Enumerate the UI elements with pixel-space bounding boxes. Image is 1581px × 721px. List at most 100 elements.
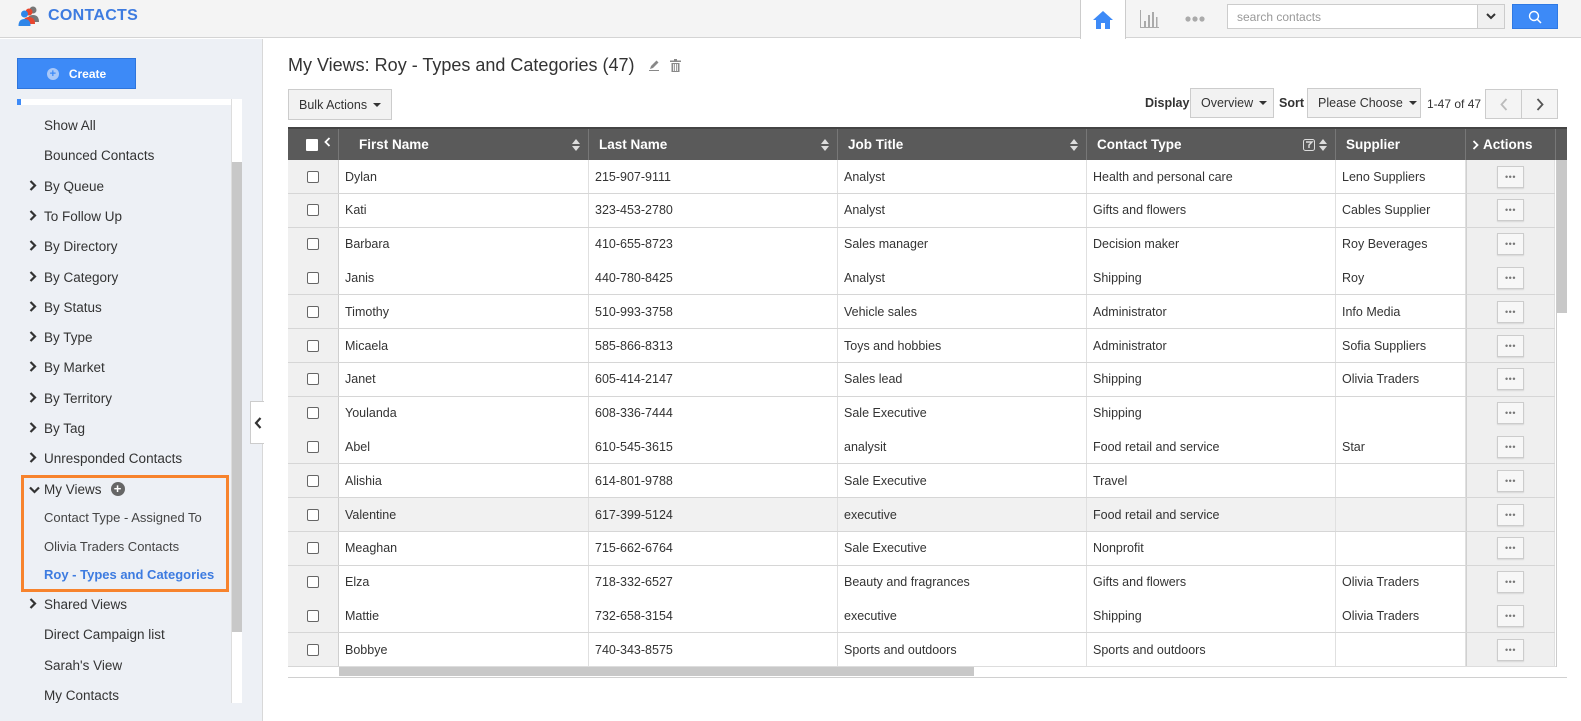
column-header-job-title[interactable]: Job Title xyxy=(838,129,1087,160)
sidebar-item[interactable]: Bounced Contacts xyxy=(44,145,154,165)
search-dropdown-button[interactable] xyxy=(1477,5,1504,28)
row-checkbox[interactable] xyxy=(307,508,319,521)
chevron-right-icon[interactable] xyxy=(1472,139,1479,150)
row-actions-button[interactable]: ••• xyxy=(1497,571,1524,594)
row-actions-button[interactable]: ••• xyxy=(1497,503,1524,526)
table-row[interactable]: Kati 323-453-2780 Analyst Gifts and flowers… xyxy=(288,193,1555,228)
row-actions-button[interactable]: ••• xyxy=(1497,435,1524,458)
table-row[interactable]: Youlanda 608-336-7444 Sale Executive Shippi… xyxy=(288,396,1555,431)
search-input[interactable] xyxy=(1228,5,1477,28)
row-checkbox[interactable] xyxy=(307,204,319,217)
tab-home[interactable] xyxy=(1080,0,1126,39)
row-actions-button[interactable]: ••• xyxy=(1497,537,1524,560)
table-row[interactable]: Janet 605-414-2147 Sales lead Shipping Olivi… xyxy=(288,362,1555,397)
row-actions-button[interactable]: ••• xyxy=(1497,199,1524,222)
add-view-icon[interactable]: + xyxy=(110,482,125,496)
table-row[interactable]: Dylan 215-907-9111 Analyst Health and perso… xyxy=(288,160,1555,194)
table-row[interactable]: Bobbye 740-343-8575 Sports and outdoors Spo… xyxy=(288,633,1555,668)
sidebar-item[interactable]: Roy - Types and Categories xyxy=(44,564,214,584)
sort-icon[interactable] xyxy=(572,139,580,151)
sidebar-item[interactable]: By Territory xyxy=(29,388,112,408)
sidebar-item[interactable]: To Follow Up xyxy=(29,206,122,226)
filter-icon[interactable] xyxy=(1303,139,1315,151)
sort-icon[interactable] xyxy=(821,139,829,151)
table-horizontal-scrollbar[interactable] xyxy=(339,666,1556,676)
row-checkbox[interactable] xyxy=(307,170,319,183)
row-checkbox[interactable] xyxy=(307,238,319,251)
sort-select[interactable]: Please Choose xyxy=(1307,88,1421,118)
column-header-actions[interactable]: Actions xyxy=(1466,129,1556,160)
sidebar-item[interactable]: Contact Type - Assigned To xyxy=(44,507,202,527)
column-header-first-name[interactable]: First Name xyxy=(339,129,589,160)
row-checkbox[interactable] xyxy=(307,271,319,284)
column-header-last-name[interactable]: Last Name xyxy=(589,129,838,160)
table-row[interactable]: Meaghan 715-662-6764 Sale Executive Nonprof… xyxy=(288,531,1555,566)
table-row[interactable]: Micaela 585-866-8313 Toys and hobbies Admin… xyxy=(288,329,1555,363)
sidebar-item[interactable]: Direct Campaign list xyxy=(44,624,165,644)
select-all-checkbox[interactable] xyxy=(306,138,318,151)
sort-icon[interactable] xyxy=(1070,139,1078,151)
prev-page-button[interactable] xyxy=(1485,89,1522,119)
next-page-button[interactable] xyxy=(1521,89,1558,119)
sidebar-item[interactable]: By Directory xyxy=(29,236,118,256)
sidebar-item[interactable]: By Queue xyxy=(29,176,104,196)
row-checkbox[interactable] xyxy=(307,373,319,386)
sidebar-item[interactable]: Unresponded Contacts xyxy=(29,448,182,468)
row-actions-button[interactable]: ••• xyxy=(1497,402,1524,425)
row-checkbox[interactable] xyxy=(307,643,319,656)
sidebar-item[interactable]: Sarah's View xyxy=(44,655,122,675)
cell-first-name: Barbara xyxy=(339,227,589,261)
row-checkbox[interactable] xyxy=(307,339,319,352)
sidebar-item[interactable]: My Views + xyxy=(29,479,125,499)
search-button[interactable] xyxy=(1512,4,1558,29)
sort-icon[interactable] xyxy=(1319,139,1327,151)
app-brand[interactable]: CONTACTS xyxy=(18,5,138,27)
row-actions-button[interactable]: ••• xyxy=(1497,165,1524,188)
create-button[interactable]: + Create xyxy=(17,58,136,89)
row-actions-button[interactable]: ••• xyxy=(1497,368,1524,391)
collapse-sidebar-button[interactable] xyxy=(250,401,264,444)
row-actions-button[interactable]: ••• xyxy=(1497,300,1524,323)
table-row[interactable]: Alishia 614-801-9788 Sale Executive Travel •… xyxy=(288,464,1555,499)
table-row[interactable]: Valentine 617-399-5124 executive Food retai… xyxy=(288,498,1555,532)
sidebar-item[interactable]: By Category xyxy=(29,267,118,287)
chevron-left-icon[interactable] xyxy=(324,136,331,147)
table-row[interactable]: Mattie 732-658-3154 executive Shipping Olivi… xyxy=(288,599,1555,634)
display-select[interactable]: Overview xyxy=(1190,88,1274,118)
sidebar-item[interactable]: Shared Views xyxy=(29,594,127,614)
sidebar-item[interactable]: By Market xyxy=(29,357,105,377)
sidebar-item[interactable]: Olivia Traders Contacts xyxy=(44,536,179,556)
row-actions-button[interactable]: ••• xyxy=(1497,233,1524,256)
row-checkbox[interactable] xyxy=(307,474,319,487)
table-row[interactable]: Timothy 510-993-3758 Vehicle sales Administ… xyxy=(288,295,1555,330)
bulk-actions-button[interactable]: Bulk Actions xyxy=(288,89,393,120)
table-row[interactable]: Elza 718-332-6527 Beauty and fragrances Gif… xyxy=(288,565,1555,600)
row-checkbox[interactable] xyxy=(307,576,319,589)
edit-pencil-icon[interactable] xyxy=(648,59,660,71)
row-checkbox[interactable] xyxy=(307,609,319,622)
row-checkbox[interactable] xyxy=(307,440,319,453)
table-row[interactable]: Barbara 410-655-8723 Sales manager Decision… xyxy=(288,227,1555,262)
row-actions-button[interactable]: ••• xyxy=(1497,334,1524,357)
sidebar-scrollbar[interactable] xyxy=(231,99,242,703)
row-actions-button[interactable]: ••• xyxy=(1497,469,1524,492)
table-row[interactable]: Janis 440-780-8425 Analyst Shipping Roy ••• xyxy=(288,261,1555,296)
row-checkbox[interactable] xyxy=(307,407,319,420)
tab-reports[interactable] xyxy=(1126,0,1172,38)
row-checkbox[interactable] xyxy=(307,542,319,555)
column-header-supplier[interactable]: Supplier xyxy=(1336,129,1466,160)
row-actions-button[interactable]: ••• xyxy=(1497,604,1524,627)
tab-more[interactable] xyxy=(1172,0,1218,38)
sidebar-item[interactable]: Show All xyxy=(44,115,96,135)
table-row[interactable]: Abel 610-545-3615 analysit Food retail and … xyxy=(288,430,1555,465)
sidebar-item[interactable]: My Contacts xyxy=(44,685,119,705)
row-checkbox[interactable] xyxy=(307,305,319,318)
table-vertical-scrollbar[interactable] xyxy=(1556,160,1567,667)
row-actions-button[interactable]: ••• xyxy=(1497,638,1524,661)
delete-trash-icon[interactable] xyxy=(670,59,682,72)
sidebar-item[interactable]: By Type xyxy=(29,327,93,347)
sidebar-item[interactable]: By Status xyxy=(29,297,102,317)
row-actions-button[interactable]: ••• xyxy=(1497,266,1524,289)
column-header-contact-type[interactable]: Contact Type xyxy=(1087,129,1336,160)
sidebar-item[interactable]: By Tag xyxy=(29,418,85,438)
